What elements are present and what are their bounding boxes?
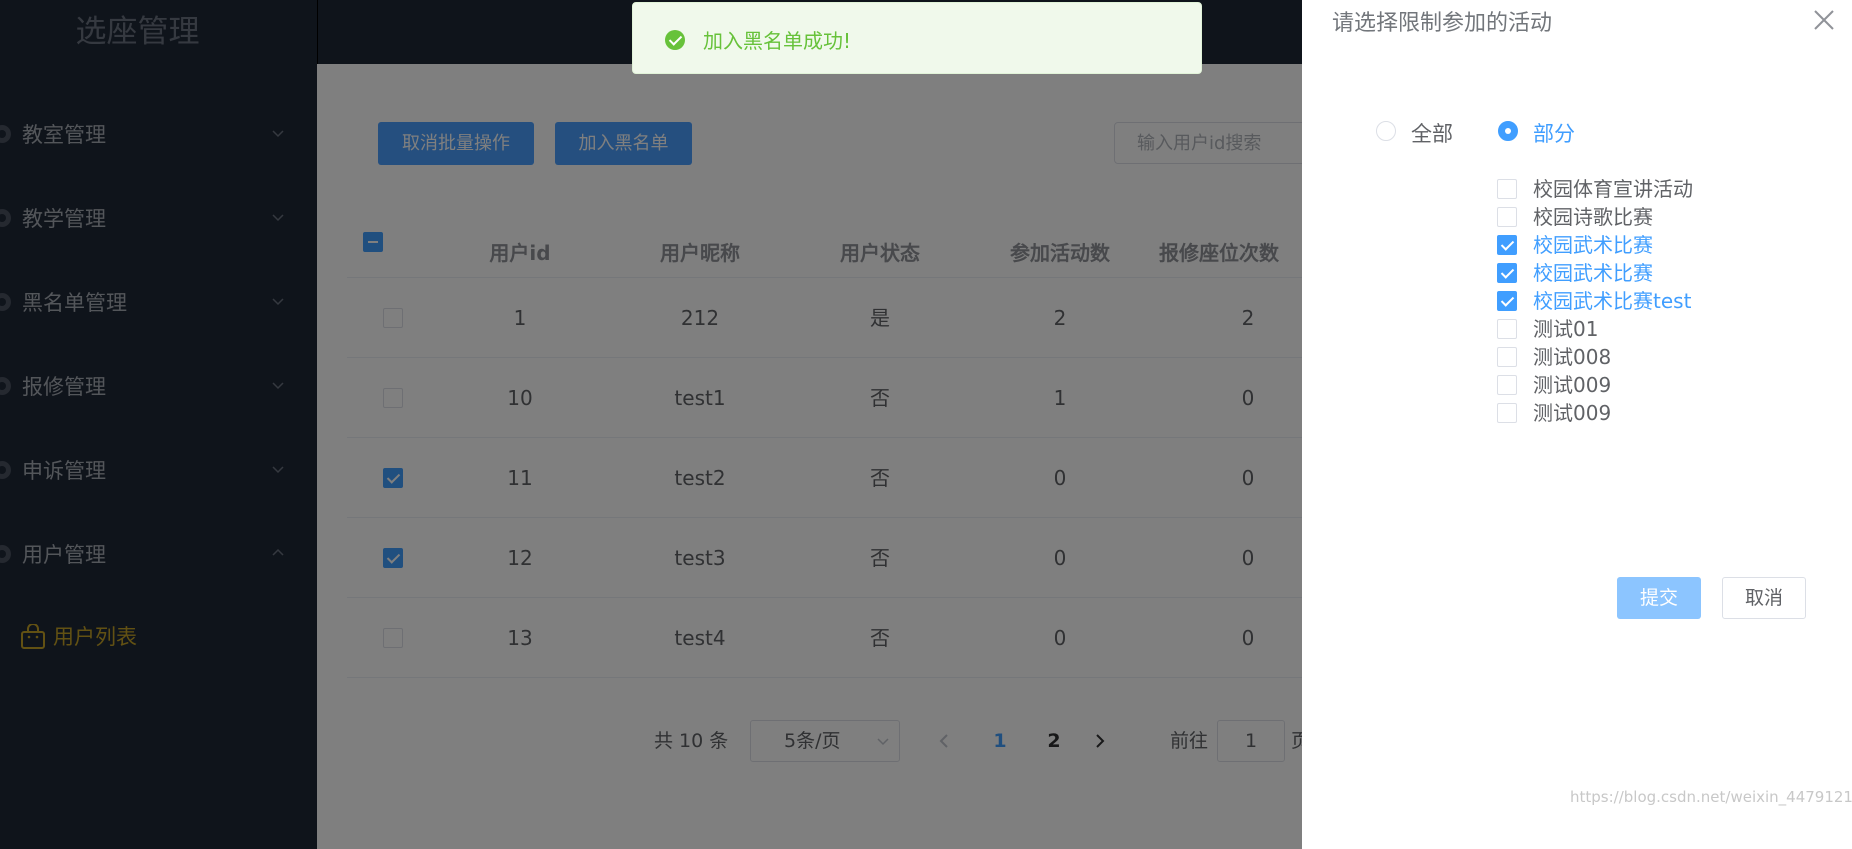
activity-label: 测试008 [1533, 345, 1612, 369]
activity-checkbox[interactable] [1497, 347, 1517, 367]
radio-partial-label: 部分 [1533, 122, 1575, 146]
activity-label: 校园体育宣讲活动 [1533, 177, 1693, 201]
activity-checkbox-item[interactable]: 校园诗歌比赛 [1497, 203, 1797, 231]
toast-message: 加入黑名单成功! [703, 29, 852, 53]
activity-checkbox-item[interactable]: 测试008 [1497, 343, 1797, 371]
activity-checkbox[interactable] [1497, 235, 1517, 255]
close-icon[interactable] [1813, 9, 1835, 31]
activity-checkbox-item[interactable]: 校园体育宣讲活动 [1497, 175, 1797, 203]
activity-checkbox-item[interactable]: 测试01 [1497, 315, 1797, 343]
activity-label: 校园武术比赛 [1533, 233, 1653, 257]
activity-label: 测试009 [1533, 401, 1612, 425]
activity-label: 测试01 [1533, 317, 1599, 341]
activity-checkbox[interactable] [1497, 319, 1517, 339]
activity-label: 校园诗歌比赛 [1533, 205, 1653, 229]
activity-checkbox[interactable] [1497, 263, 1517, 283]
activity-checkbox[interactable] [1497, 375, 1517, 395]
activity-checkbox-item[interactable]: 测试009 [1497, 399, 1797, 427]
success-toast: 加入黑名单成功! [632, 2, 1202, 74]
activity-checkbox[interactable] [1497, 291, 1517, 311]
activity-checkbox[interactable] [1497, 207, 1517, 227]
activity-label: 校园武术比赛test [1533, 289, 1692, 313]
cancel-button[interactable]: 取消 [1722, 577, 1806, 619]
radio-circle [1498, 121, 1518, 141]
drawer-title: 请选择限制参加的活动 [1332, 11, 1553, 36]
radio-circle [1376, 121, 1396, 141]
activity-checkbox[interactable] [1497, 403, 1517, 423]
activity-checkbox-item[interactable]: 校园武术比赛 [1497, 259, 1797, 287]
activity-label: 测试009 [1533, 373, 1612, 397]
activity-restriction-drawer: 请选择限制参加的活动 全部 部分 校园体育宣讲活动 校园诗歌比赛 校园武术比赛 … [1302, 0, 1852, 849]
activity-checkbox-item[interactable]: 校园武术比赛test [1497, 287, 1797, 315]
activity-checkbox[interactable] [1497, 179, 1517, 199]
watermark: https://blog.csdn.net/weixin_44791218 [1570, 788, 1852, 806]
activity-label: 校园武术比赛 [1533, 261, 1653, 285]
submit-button[interactable]: 提交 [1617, 577, 1701, 619]
activity-checkbox-item[interactable]: 测试009 [1497, 371, 1797, 399]
activity-checkbox-item[interactable]: 校园武术比赛 [1497, 231, 1797, 259]
radio-all-label: 全部 [1411, 122, 1453, 146]
success-check-icon [665, 30, 685, 50]
